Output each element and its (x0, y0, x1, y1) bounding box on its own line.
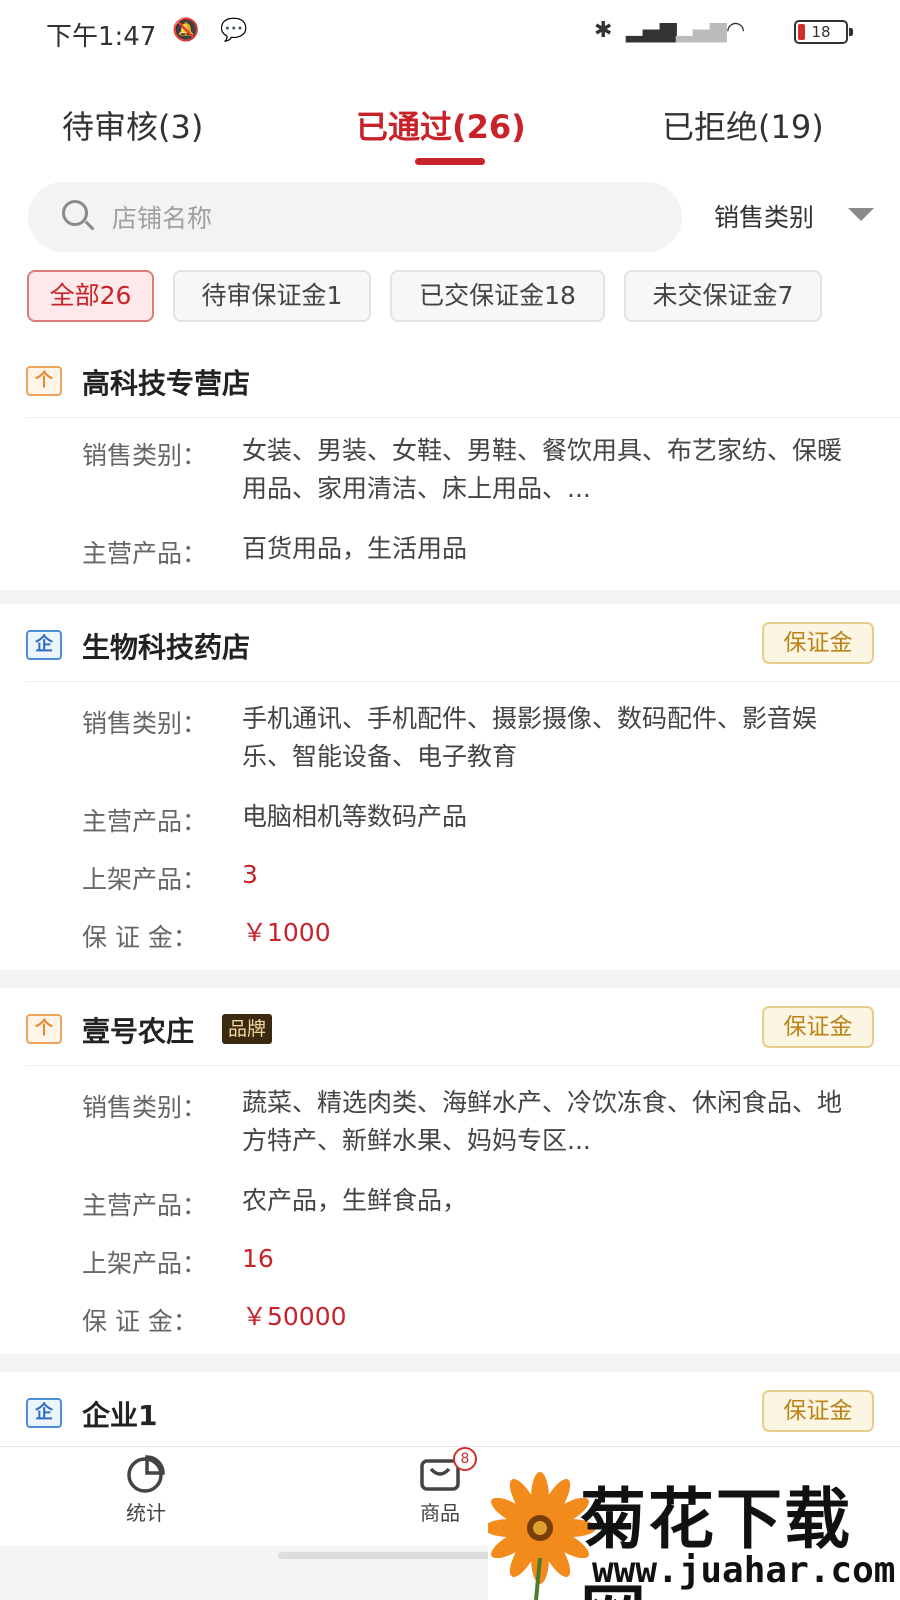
watermark: 菊花下载网 www.juahar.com (488, 1466, 900, 1600)
active-tab-indicator (415, 158, 485, 165)
deposit-label: 保 证 金： (82, 1307, 198, 1336)
search-row: 销售类别 (0, 176, 900, 264)
caret-down-icon[interactable] (848, 208, 874, 221)
company-type-badge: 企 (26, 630, 62, 660)
chip-all[interactable]: 全部26 (27, 270, 154, 322)
tab-pending[interactable]: 待审核(3) (62, 102, 203, 148)
category-label: 销售类别： (82, 709, 208, 738)
store-name: 高科技专营店 (82, 367, 251, 400)
watermark-url: www.juahar.com (592, 1550, 896, 1591)
store-card[interactable]: 个 壹号农庄 品牌 保证金 销售类别： 蔬菜、精选肉类、海鲜水产、冷饮冻食、休闲… (0, 988, 900, 1354)
deposit-value: ￥50000 (242, 1302, 347, 1331)
category-filter[interactable]: 销售类别 (714, 198, 814, 234)
nav-products-label: 商品 (420, 1501, 460, 1525)
tab-approved[interactable]: 已通过(26) (356, 102, 526, 148)
listed-value: 16 (242, 1244, 274, 1273)
nav-statistics-label: 统计 (126, 1501, 166, 1525)
search-box[interactable] (28, 182, 682, 252)
tab-rejected[interactable]: 已拒绝(19) (662, 102, 824, 148)
company-type-badge: 企 (26, 1398, 62, 1428)
battery-level: 18 (811, 23, 831, 41)
mute-icon: 🔕 (172, 18, 200, 43)
store-card-header: 企 生物科技药店 保证金 (26, 604, 900, 682)
deposit-button[interactable]: 保证金 (762, 1006, 874, 1048)
personal-type-badge: 个 (26, 366, 62, 396)
listed-value: 3 (242, 860, 258, 889)
store-name: 生物科技药店 (82, 631, 251, 664)
store-card-header: 个 壹号农庄 品牌 保证金 (26, 988, 900, 1066)
main-product-value: 百货用品，生活用品 (242, 534, 468, 563)
store-name: 企业1 (82, 1399, 158, 1432)
listed-label: 上架产品： (82, 1249, 208, 1278)
deposit-value: ￥1000 (242, 918, 331, 947)
category-label: 销售类别： (82, 441, 208, 470)
search-icon (62, 200, 88, 226)
filter-chips: 全部26 待审保证金1 已交保证金18 未交保证金7 (0, 264, 900, 340)
signal-2-icon: ▂▄▆ (676, 18, 727, 43)
status-bar: 下午1:47 🔕 💬 ✱ ▂▄▆ ▂▄▆ ◠ 18 (0, 0, 900, 66)
main-product-value: 电脑相机等数码产品 (242, 802, 468, 831)
pie-chart-icon (123, 1453, 169, 1493)
search-input[interactable] (112, 198, 632, 238)
status-time: 下午1:47 (46, 22, 157, 52)
signal-icon: ▂▄▆ (626, 18, 677, 43)
store-name: 壹号农庄 (82, 1015, 195, 1048)
deposit-button[interactable]: 保证金 (762, 622, 874, 664)
main-product-label: 主营产品： (82, 807, 208, 836)
wechat-icon: 💬 (220, 18, 248, 43)
deposit-button[interactable]: 保证金 (762, 1390, 874, 1432)
nav-statistics[interactable]: 统计 (86, 1453, 206, 1526)
store-card[interactable]: 企 生物科技药店 保证金 销售类别： 手机通讯、手机配件、摄影摄像、数码配件、影… (0, 604, 900, 970)
chip-pending-deposit[interactable]: 待审保证金1 (173, 270, 371, 322)
nav-products[interactable]: 8 商品 (380, 1447, 500, 1526)
store-card[interactable]: 企 企业1 保证金 (0, 1372, 900, 1446)
status-tabs: 待审核(3) 已通过(26) 已拒绝(19) (0, 66, 900, 176)
chip-paid-deposit[interactable]: 已交保证金18 (390, 270, 605, 322)
category-value: 手机通讯、手机配件、摄影摄像、数码配件、影音娱乐、智能设备、电子教育 (242, 704, 818, 771)
category-label: 销售类别： (82, 1093, 208, 1122)
deposit-label: 保 证 金： (82, 923, 198, 952)
main-product-label: 主营产品： (82, 539, 208, 568)
category-value: 女装、男装、女鞋、男鞋、餐饮用具、布艺家纺、保暖用品、家用清洁、床上用品、... (242, 436, 843, 503)
store-card[interactable]: 个 高科技专营店 销售类别： 女装、男装、女鞋、男鞋、餐饮用具、布艺家纺、保暖用… (0, 340, 900, 590)
listed-label: 上架产品： (82, 865, 208, 894)
main-product-value: 农产品，生鲜食品， (242, 1186, 468, 1215)
main-product-label: 主营产品： (82, 1191, 208, 1220)
wifi-icon: ◠ (726, 18, 746, 43)
bluetooth-icon: ✱ (594, 18, 613, 43)
battery-icon: 18 (794, 20, 853, 44)
store-card-header: 个 高科技专营店 (26, 340, 900, 418)
personal-type-badge: 个 (26, 1014, 62, 1044)
products-badge: 8 (453, 1447, 477, 1471)
brand-badge: 品牌 (222, 1014, 273, 1044)
chip-unpaid-deposit[interactable]: 未交保证金7 (624, 270, 822, 322)
store-card-header: 企 企业1 保证金 (26, 1372, 900, 1450)
shopping-bag-icon: 8 (417, 1447, 477, 1493)
category-value: 蔬菜、精选肉类、海鲜水产、冷饮冻食、休闲食品、地方特产、新鲜水果、妈妈专区... (242, 1088, 843, 1155)
